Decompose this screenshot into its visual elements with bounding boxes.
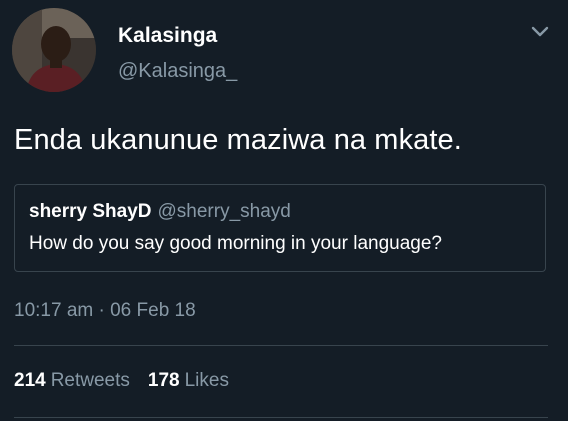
retweets-count: 214 (14, 370, 46, 391)
author-display-name[interactable]: Kalasinga (118, 24, 217, 48)
tweet-text: Enda ukanunue maziwa na mkate. (14, 124, 462, 156)
tweet-timestamp[interactable]: 10:17 am · 06 Feb 18 (14, 300, 196, 322)
quoted-display-name: sherry ShayD (29, 201, 152, 222)
quoted-tweet[interactable]: sherry ShayD @sherry_shayd How do you say… (14, 184, 546, 272)
divider (14, 345, 548, 346)
divider (14, 417, 548, 418)
chevron-down-icon[interactable] (530, 24, 550, 40)
likes-label: Likes (184, 370, 229, 391)
quoted-handle: @sherry_shayd (157, 201, 291, 222)
author-handle[interactable]: @Kalasinga_ (118, 60, 237, 83)
retweets-stat[interactable]: 214 Retweets (14, 370, 130, 391)
tweet-stats: 214 Retweets 178 Likes (14, 370, 229, 392)
quoted-tweet-header: sherry ShayD @sherry_shayd (29, 201, 291, 223)
likes-stat[interactable]: 178 Likes (148, 370, 229, 391)
quoted-tweet-text: How do you say good morning in your lang… (29, 233, 442, 254)
likes-count: 178 (147, 370, 180, 391)
retweets-label: Retweets (50, 370, 130, 391)
avatar-photo (12, 8, 96, 92)
author-avatar[interactable] (12, 8, 96, 92)
